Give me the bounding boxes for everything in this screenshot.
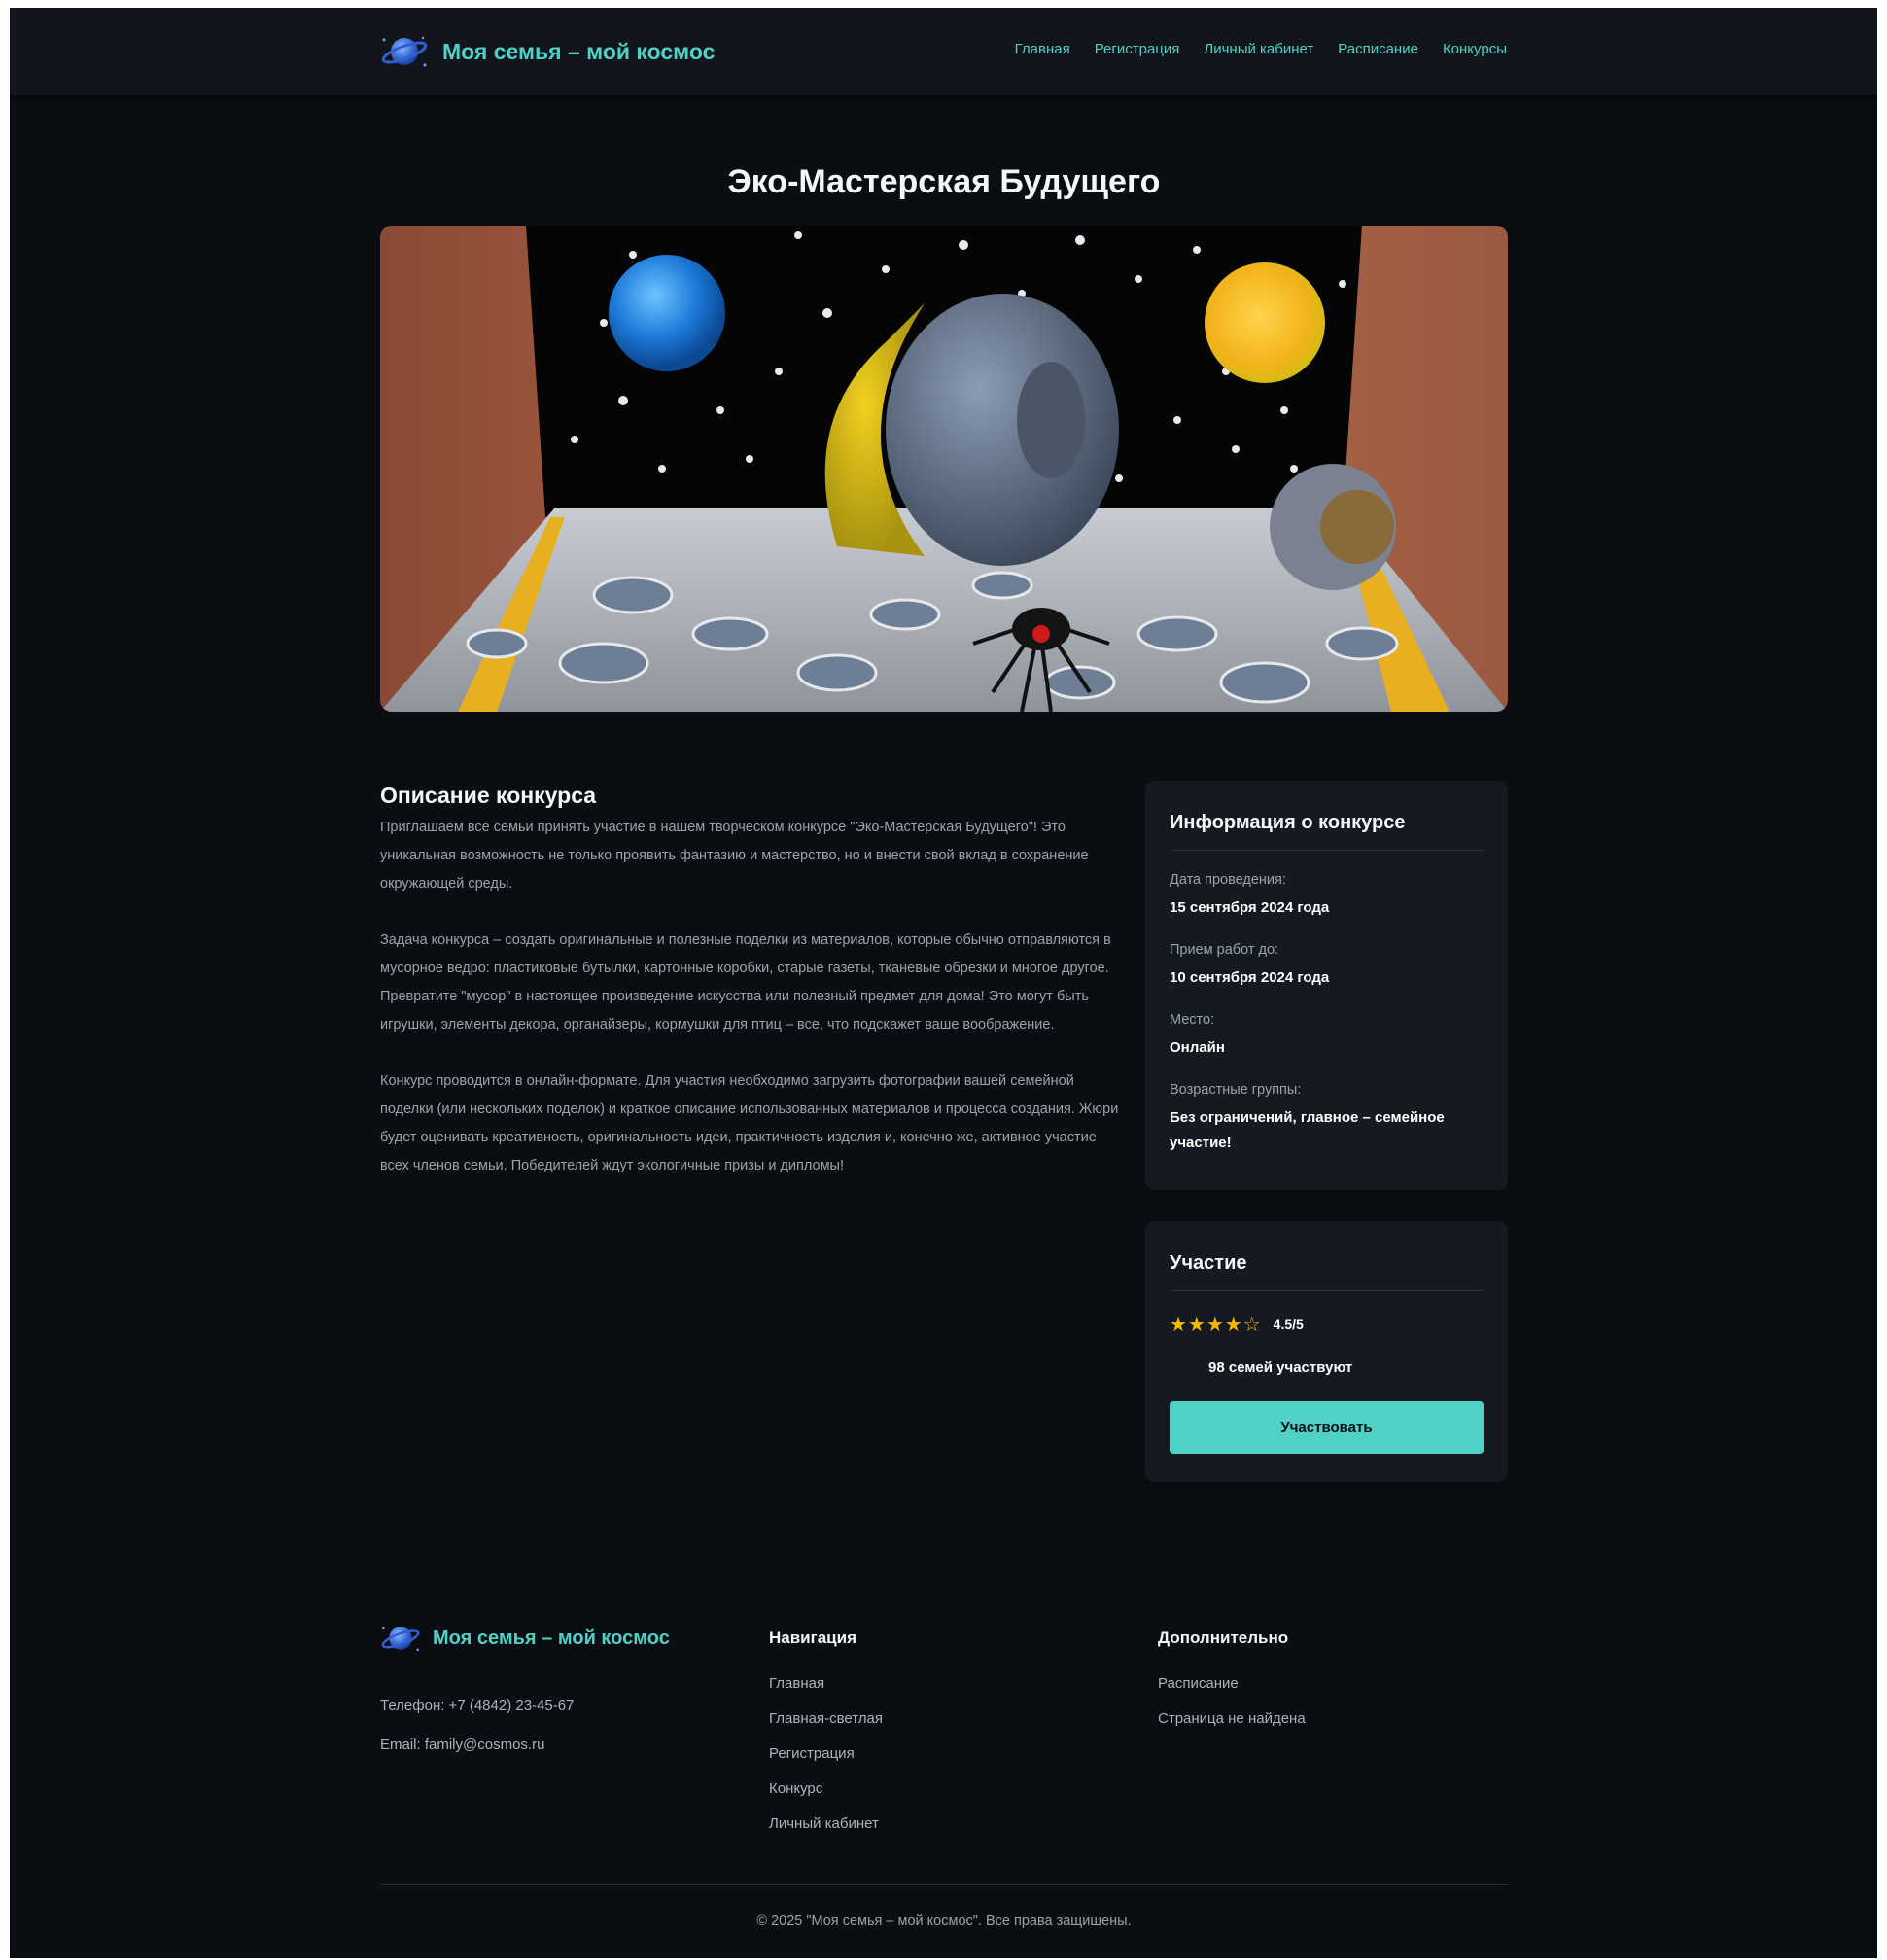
- footer-link-account[interactable]: Личный кабинет: [769, 1814, 883, 1834]
- description-paragraph: Конкурс проводится в онлайн-формате. Для…: [380, 1073, 1119, 1173]
- nav-link-home[interactable]: Главная: [1015, 41, 1070, 57]
- footer-extra: Дополнительно Расписание Страница не най…: [1158, 1628, 1306, 1744]
- contest-hero-image: [380, 226, 1508, 712]
- description-paragraph: Приглашаем все семьи принять участие в н…: [380, 820, 1089, 892]
- footer-divider: [380, 1884, 1508, 1885]
- brand[interactable]: Моя семья – мой космос: [380, 32, 715, 71]
- footer-email: Email: family@cosmos.ru: [380, 1736, 545, 1753]
- age-groups-label: Возрастные группы:: [1170, 1082, 1302, 1098]
- nav-link-account[interactable]: Личный кабинет: [1204, 41, 1313, 57]
- date-label: Дата проведения:: [1170, 872, 1286, 888]
- footer-nav: Навигация Главная Главная-светлая Регист…: [769, 1628, 883, 1849]
- main-nav: Главная Регистрация Личный кабинет Распи…: [1015, 41, 1507, 57]
- description-paragraph: Задача конкурса – создать оригинальные и…: [380, 932, 1111, 1032]
- footer-link-registration[interactable]: Регистрация: [769, 1744, 883, 1764]
- copyright: © 2025 "Моя семья – мой космос". Все пра…: [756, 1913, 1132, 1929]
- site-header: Моя семья – мой космос Главная Регистрац…: [10, 8, 1877, 95]
- star-rating-icon: ★★★★☆: [1170, 1313, 1262, 1336]
- deadline-value: 10 сентября 2024 года: [1170, 969, 1330, 986]
- participation-card: Участие ★★★★☆ 4.5/5 98 семей участвуют У…: [1145, 1221, 1508, 1482]
- description-heading: Описание конкурса: [380, 783, 597, 808]
- participants-count: 98 семей участвуют: [1208, 1359, 1353, 1376]
- nav-link-contests[interactable]: Конкурсы: [1443, 41, 1507, 57]
- nav-link-registration[interactable]: Регистрация: [1095, 41, 1180, 57]
- rating-value: 4.5/5: [1273, 1316, 1304, 1332]
- contest-info-card: Информация о конкурсе Дата проведения: 1…: [1145, 781, 1508, 1190]
- date-value: 15 сентября 2024 года: [1170, 899, 1330, 916]
- place-label: Место:: [1170, 1012, 1215, 1028]
- info-card-title: Информация о конкурсе: [1170, 781, 1484, 851]
- place-value: Онлайн: [1170, 1039, 1225, 1056]
- page-title: Эко-Мастерская Будущего: [727, 163, 1161, 200]
- footer-link-contest[interactable]: Конкурс: [769, 1779, 883, 1799]
- footer-brand[interactable]: Моя семья – мой космос: [380, 1622, 670, 1655]
- footer-nav-heading: Навигация: [769, 1628, 856, 1647]
- footer-link-home-light[interactable]: Главная-светлая: [769, 1709, 883, 1729]
- footer-link-home[interactable]: Главная: [769, 1674, 883, 1694]
- participation-card-title: Участие: [1170, 1221, 1484, 1291]
- footer-phone: Телефон: +7 (4842) 23-45-67: [380, 1698, 575, 1714]
- contest-description: Описание конкурса Приглашаем все семьи п…: [380, 781, 1119, 1208]
- rating: ★★★★☆ 4.5/5: [1170, 1313, 1484, 1336]
- page: Моя семья – мой космос Главная Регистрац…: [10, 8, 1877, 1958]
- participate-button[interactable]: Участвовать: [1170, 1401, 1484, 1454]
- footer-brand-name: Моя семья – мой космос: [433, 1627, 670, 1649]
- nav-link-schedule[interactable]: Расписание: [1338, 41, 1418, 57]
- deadline-label: Прием работ до:: [1170, 942, 1279, 958]
- footer-extra-heading: Дополнительно: [1158, 1628, 1289, 1647]
- footer-link-schedule[interactable]: Расписание: [1158, 1674, 1306, 1694]
- footer-link-not-found[interactable]: Страница не найдена: [1158, 1709, 1306, 1729]
- brand-name: Моя семья – мой космос: [442, 38, 716, 64]
- age-groups-value: Без ограничений, главное – семейное учас…: [1170, 1109, 1445, 1151]
- planet-icon: [381, 36, 428, 67]
- planet-icon: [381, 1627, 420, 1652]
